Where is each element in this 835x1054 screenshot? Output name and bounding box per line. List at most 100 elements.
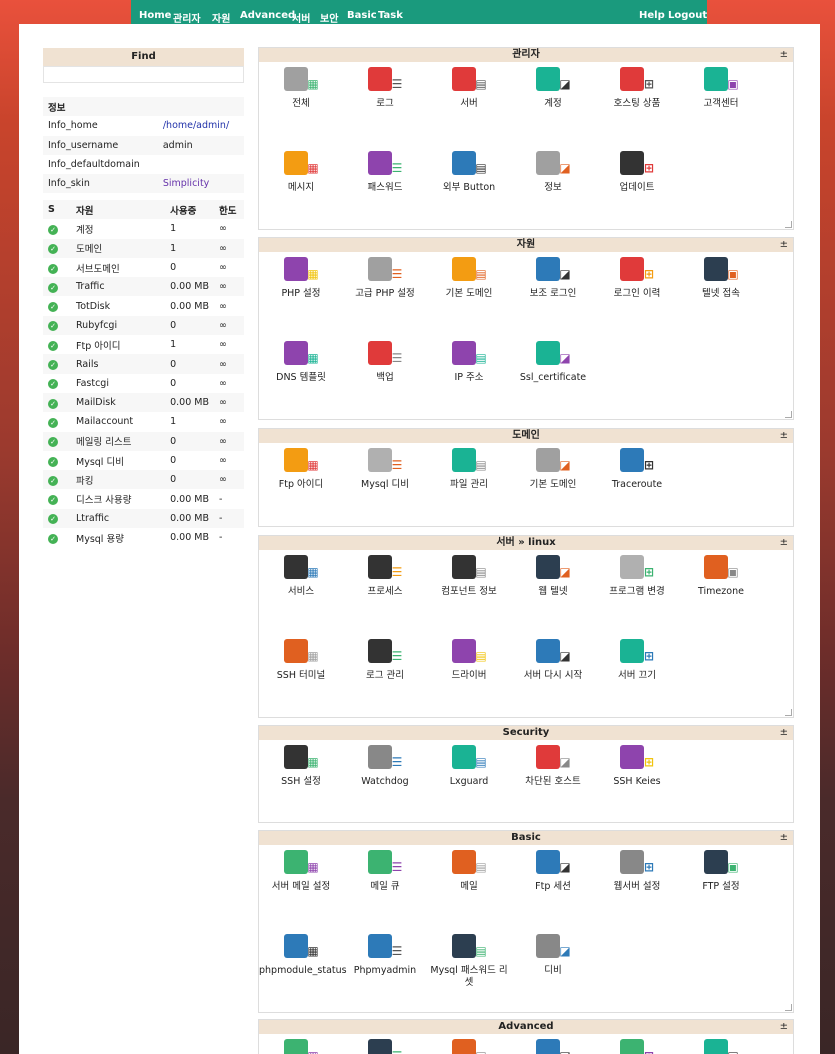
panel-item[interactable]: ☰: [343, 1038, 427, 1054]
panel-item[interactable]: ☰ 백업: [343, 340, 427, 384]
panel-item[interactable]: ◪ Ftp 세션: [511, 849, 595, 893]
panel-item[interactable]: ▣ FTP 설정: [679, 849, 763, 893]
nav-admin[interactable]: 관리자: [173, 10, 201, 25]
panel-item[interactable]: ▦ PHP 설정: [259, 256, 343, 300]
panel-item[interactable]: ▦ 서비스: [259, 554, 343, 598]
home-path-link[interactable]: /home/admin/: [158, 116, 244, 135]
item-label: 메일: [460, 881, 478, 892]
resize-handle[interactable]: [785, 709, 792, 716]
panel-item[interactable]: ◪: [511, 1038, 595, 1054]
panel-item[interactable]: ▦ SSH 터미널: [259, 638, 343, 682]
panel-item[interactable]: ▦ 메시지: [259, 150, 343, 194]
panel-item[interactable]: ▦ SSH 설정: [259, 744, 343, 788]
panel-item[interactable]: ▤ 기본 도메인: [427, 256, 511, 300]
panel-3: 서버 » linux ± ▦ 서비스 ☰ 프로세스 ▤ 컴포넌트 정보 ◪ 웹 텔넷 ⊞ 프로그램 변…: [258, 535, 794, 718]
panel-item[interactable]: ▦ 전체: [259, 66, 343, 110]
resource-name: Mysql 용량: [76, 533, 124, 545]
panel-item[interactable]: ⊞ 호스팅 상품: [595, 66, 679, 110]
panel-item[interactable]: ☰ 고급 PHP 설정: [343, 256, 427, 300]
resize-handle[interactable]: [785, 1004, 792, 1011]
panel-toggle[interactable]: ±: [780, 1020, 788, 1034]
panel-item[interactable]: ◪ 보조 로그인: [511, 256, 595, 300]
panel-item[interactable]: ◪ 기본 도메인: [511, 447, 595, 491]
panel-item[interactable]: ⊞ 프로그램 변경: [595, 554, 679, 598]
panel-6: Advanced ± ▦ ☰ ▤ ◪ ⊞ ▣: [258, 1019, 794, 1054]
panel-item[interactable]: ☰ Phpmyadmin: [343, 933, 427, 977]
panel-item[interactable]: ▤ 파일 관리: [427, 447, 511, 491]
panel-item[interactable]: ⊞ 업데이트: [595, 150, 679, 194]
panel-item[interactable]: ☰ 프로세스: [343, 554, 427, 598]
panel-toggle[interactable]: ±: [780, 238, 788, 252]
item-label: Ssl_certificate: [519, 372, 587, 383]
panel-item[interactable]: ▤ 서버: [427, 66, 511, 110]
resource-name: Ltraffic: [71, 508, 166, 529]
table-row: ✓ Ftp 아이디 1 ∞: [43, 335, 244, 354]
panel-item[interactable]: ▦ phpmodule_status: [259, 933, 347, 977]
panel-item[interactable]: ☰ 로그: [343, 66, 427, 110]
panel-item[interactable]: ◪ Ssl_certificate: [511, 340, 595, 384]
resource-name: Mailaccount: [76, 416, 134, 428]
panel-item[interactable]: ▤ Lxguard: [427, 744, 511, 788]
tool-icon: ◪: [531, 744, 575, 772]
panel-item[interactable]: ▤ 드라이버: [427, 638, 511, 682]
tool-icon: ◪: [531, 340, 575, 368]
panel-item[interactable]: ▤: [427, 1038, 511, 1054]
panel-toggle[interactable]: ±: [780, 429, 788, 443]
nav-help[interactable]: Help: [639, 10, 665, 21]
panel-item[interactable]: ▦: [259, 1038, 343, 1054]
panel-item[interactable]: ▣ 텔넷 접속: [679, 256, 763, 300]
panel-item[interactable]: ▦ DNS 템플릿: [259, 340, 343, 384]
panel-toggle[interactable]: ±: [780, 48, 788, 62]
panel-title: 서버 » linux: [496, 537, 556, 548]
table-row: ✓ 파킹 0 ∞: [43, 470, 244, 490]
nav-advanced[interactable]: Advanced: [240, 10, 295, 21]
panel-item[interactable]: ⊞: [595, 1038, 679, 1054]
resize-handle[interactable]: [785, 411, 792, 418]
nav-logout[interactable]: Logout: [668, 10, 707, 21]
nav-home[interactable]: Home: [139, 10, 171, 21]
nav-server[interactable]: 서버: [292, 10, 310, 25]
panel-item[interactable]: ▣: [679, 1038, 763, 1054]
panel-item[interactable]: ▤ 컴포넌트 정보: [427, 554, 511, 598]
panel-toggle[interactable]: ±: [780, 536, 788, 550]
info-table: 정보 Info_home/home/admin/ Info_username ad…: [43, 97, 244, 194]
panel-toggle[interactable]: ±: [780, 726, 788, 740]
panel-item[interactable]: ⊞ SSH Keies: [595, 744, 679, 788]
panel-item[interactable]: ☰ 메일 큐: [343, 849, 427, 893]
nav-task[interactable]: Task: [378, 10, 403, 21]
item-label: FTP 설정: [702, 881, 740, 892]
panel-item[interactable]: ▤ Mysql 패스워드 리셋: [427, 933, 511, 989]
panel-item[interactable]: ⊞ Traceroute: [595, 447, 679, 491]
find-input[interactable]: [43, 66, 244, 83]
panel-item[interactable]: ☰ 로그 관리: [343, 638, 427, 682]
panel-item[interactable]: ⊞ 로그인 이력: [595, 256, 679, 300]
panel-item[interactable]: ◪ 디비: [511, 933, 595, 977]
panel-item[interactable]: ⊞ 웹서버 설정: [595, 849, 679, 893]
panel-item[interactable]: ▦ Ftp 아이디: [259, 447, 343, 491]
panel-title: 도메인: [512, 430, 540, 441]
panel-item[interactable]: ◪ 정보: [511, 150, 595, 194]
panel-item[interactable]: ◪ 서버 다시 시작: [511, 638, 595, 682]
nav-security[interactable]: 보안: [320, 10, 338, 25]
panel-toggle[interactable]: ±: [780, 831, 788, 845]
panel-item[interactable]: ◪ 차단된 호스트: [511, 744, 595, 788]
panel-item[interactable]: ◪ 웹 텔넷: [511, 554, 595, 598]
resize-handle[interactable]: [785, 221, 792, 228]
panel-item[interactable]: ☰ 패스워드: [343, 150, 427, 194]
panel-item[interactable]: ☰ Watchdog: [343, 744, 427, 788]
panel-item[interactable]: ▤ IP 주소: [427, 340, 511, 384]
skin-link[interactable]: Simplicity: [157, 174, 244, 194]
nav-basic[interactable]: Basic: [347, 10, 377, 21]
panel-item[interactable]: ▣ 고객센터: [679, 66, 763, 110]
panel-item[interactable]: ☰ Mysql 디비: [343, 447, 427, 491]
panel-item[interactable]: ▤ 외부 Button: [427, 150, 511, 194]
panel-item[interactable]: ⊞ 서버 끄기: [595, 638, 679, 682]
panel-item[interactable]: ◪ 계정: [511, 66, 595, 110]
table-row: ✓ Traffic 0.00 MB ∞: [43, 277, 244, 297]
nav-resources[interactable]: 자원: [212, 10, 230, 25]
tool-icon: ▤: [447, 66, 491, 94]
tool-icon: ▣: [699, 849, 743, 877]
panel-item[interactable]: ▣ Timezone: [679, 554, 763, 598]
panel-item[interactable]: ▤ 메일: [427, 849, 511, 893]
panel-item[interactable]: ▦ 서버 메일 설정: [259, 849, 343, 893]
